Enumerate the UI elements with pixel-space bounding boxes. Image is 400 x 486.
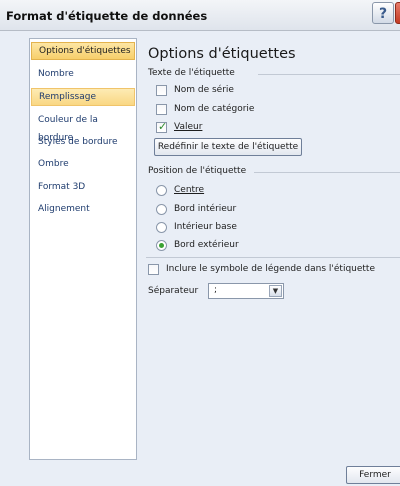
checkbox-category-name[interactable]: Nom de catégorie <box>156 102 254 116</box>
sidebar-item-styles-bordure[interactable]: Styles de bordure <box>31 133 135 151</box>
radio-centre[interactable]: Centre <box>156 183 204 197</box>
separator-dropdown[interactable]: ; ▼ <box>208 283 284 299</box>
sidebar-item-alignement[interactable]: Alignement <box>31 200 135 218</box>
separator-label: Séparateur <box>148 286 199 296</box>
radio-circle[interactable] <box>156 239 167 251</box>
radio-circle[interactable] <box>156 203 167 215</box>
sidebar-item-format-3d[interactable]: Format 3D <box>31 178 135 196</box>
checkbox-box[interactable] <box>156 84 167 96</box>
radio-circle[interactable] <box>156 184 167 196</box>
checkbox-box[interactable] <box>148 263 159 275</box>
format-data-label-dialog: Format d'étiquette de données ? Options … <box>0 0 400 486</box>
checkbox-series-name[interactable]: Nom de série <box>156 83 234 97</box>
options-panel: Options d'étiquettes Texte de l'étiquett… <box>146 40 400 460</box>
section-divider <box>146 257 400 258</box>
title-bar: Format d'étiquette de données ? <box>0 0 400 31</box>
reset-label-text-button[interactable]: Redéfinir le texte de l'étiquette <box>154 138 302 156</box>
radio-outside-end[interactable]: Bord extérieur <box>156 238 239 252</box>
checkbox-label: Inclure le symbole de légende dans l'éti… <box>166 264 375 274</box>
sidebar-item-options-etiquettes[interactable]: Options d'étiquettes <box>31 42 135 60</box>
sidebar-item-nombre[interactable]: Nombre <box>31 65 135 83</box>
close-window-button[interactable] <box>395 2 400 24</box>
close-button[interactable]: Fermer <box>346 466 400 484</box>
radio-label: Intérieur base <box>174 222 237 232</box>
panel-title: Options d'étiquettes <box>148 46 296 62</box>
label-text-group-heading: Texte de l'étiquette <box>148 68 235 78</box>
separator-value: ; <box>214 285 218 295</box>
radio-circle[interactable] <box>156 221 167 233</box>
checkbox-value[interactable]: ✓ Valeur <box>156 120 202 134</box>
category-sidebar: Options d'étiquettes Nombre Remplissage … <box>29 38 137 460</box>
checkbox-include-legend-key[interactable]: Inclure le symbole de légende dans l'éti… <box>148 262 375 276</box>
checkbox-label: Nom de catégorie <box>174 104 255 114</box>
checkbox-label: Nom de série <box>174 85 234 95</box>
window-title: Format d'étiquette de données <box>6 9 208 23</box>
radio-label: Bord intérieur <box>174 204 237 214</box>
group-divider <box>258 74 400 75</box>
checkmark-icon: ✓ <box>158 119 168 133</box>
chevron-down-icon[interactable]: ▼ <box>269 285 282 297</box>
position-group-heading: Position de l'étiquette <box>148 166 247 176</box>
checkbox-box[interactable]: ✓ <box>156 119 168 133</box>
sidebar-item-remplissage[interactable]: Remplissage <box>31 88 135 106</box>
radio-selected-dot <box>159 242 164 248</box>
sidebar-item-couleur-bordure[interactable]: Couleur de la bordure <box>31 111 135 143</box>
checkbox-label: Valeur <box>174 122 203 132</box>
sidebar-item-ombre[interactable]: Ombre <box>31 155 135 173</box>
radio-label: Centre <box>174 185 205 195</box>
group-divider <box>254 172 400 173</box>
help-button[interactable]: ? <box>372 2 394 24</box>
radio-inside-base[interactable]: Intérieur base <box>156 220 237 234</box>
radio-inside-end[interactable]: Bord intérieur <box>156 202 236 216</box>
radio-label: Bord extérieur <box>174 240 239 250</box>
checkbox-box[interactable] <box>156 103 167 115</box>
